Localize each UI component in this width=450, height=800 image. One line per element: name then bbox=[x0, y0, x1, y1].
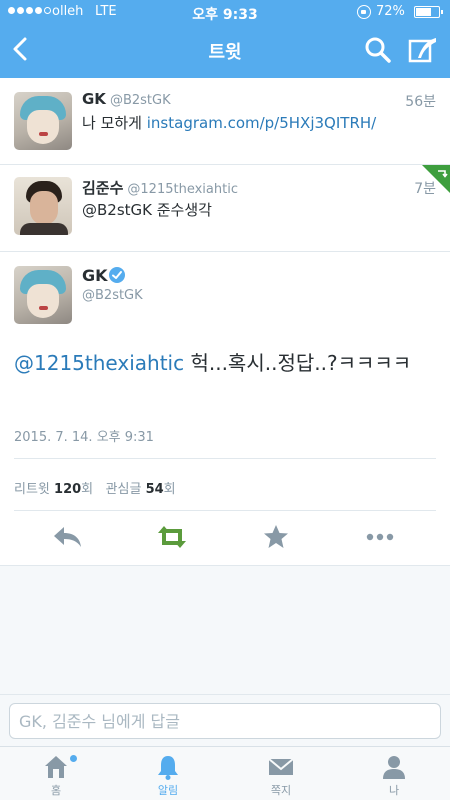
author-name: 김준수 bbox=[82, 179, 124, 197]
avatar[interactable] bbox=[14, 266, 72, 324]
status-bar: olleh LTE 오후 9:33 72% bbox=[0, 0, 450, 24]
tweet-detail: GK @B2stGK @1215thexiahtic 헉...혹시..정답..?… bbox=[0, 252, 450, 566]
tab-bar: 홈 알림 쪽지 나 bbox=[0, 746, 450, 800]
tweet-stats: 리트윗 120회 관심글 54회 bbox=[14, 478, 176, 497]
battery-icon bbox=[414, 6, 443, 18]
divider bbox=[14, 458, 436, 459]
tab-label: 나 bbox=[388, 784, 400, 797]
favorite-star-icon[interactable] bbox=[258, 522, 294, 552]
author-handle: @B2stGK bbox=[82, 288, 143, 303]
tweet-time: 56분 bbox=[405, 94, 436, 110]
bell-icon bbox=[158, 756, 178, 780]
author-handle: @1215thexiahtic bbox=[127, 182, 238, 197]
author-name[interactable]: GK bbox=[82, 266, 108, 285]
tweet-time: 7분 bbox=[414, 181, 436, 197]
reply-icon[interactable] bbox=[50, 522, 86, 552]
navigation-bar: 트윗 bbox=[0, 24, 450, 78]
search-icon[interactable] bbox=[364, 36, 392, 64]
avatar[interactable] bbox=[14, 177, 72, 235]
battery-percent: 72% bbox=[376, 4, 405, 19]
tweet-link[interactable]: instagram.com/p/5HXj3QITRH/ bbox=[147, 114, 376, 132]
tweet-author: 김준수 @1215thexiahtic bbox=[82, 177, 238, 198]
retweet-icon[interactable] bbox=[154, 522, 190, 552]
reply-input[interactable] bbox=[9, 703, 441, 739]
tab-label: 쪽지 bbox=[270, 784, 292, 797]
tab-messages[interactable]: 쪽지 bbox=[225, 747, 337, 800]
compose-quill-icon[interactable] bbox=[408, 36, 438, 64]
tweet-row[interactable]: 김준수 @1215thexiahtic 7분 @B2stGK 준수생각 bbox=[0, 165, 450, 252]
tweet-text-prefix: 나 모하게 bbox=[82, 114, 147, 132]
tweet-timestamp: 2015. 7. 14. 오후 9:31 bbox=[14, 430, 154, 445]
tweet-text: @B2stGK 준수생각 bbox=[82, 201, 212, 219]
home-icon bbox=[45, 756, 67, 778]
tab-home[interactable]: 홈 bbox=[0, 747, 112, 800]
rotation-lock-icon bbox=[357, 5, 371, 19]
tweet-row[interactable]: GK @B2stGK 56분 나 모하게 instagram.com/p/5HXj… bbox=[0, 78, 450, 165]
favorite-stat[interactable]: 관심글 54회 bbox=[106, 482, 176, 497]
new-content-dot bbox=[70, 755, 77, 762]
tab-me[interactable]: 나 bbox=[338, 747, 450, 800]
retweet-small-icon bbox=[438, 170, 448, 178]
tab-label: 알림 bbox=[157, 784, 179, 797]
retweet-stat[interactable]: 리트윗 120회 bbox=[14, 482, 93, 497]
author-name: GK bbox=[82, 90, 106, 108]
tab-notifications[interactable]: 알림 bbox=[112, 747, 224, 800]
mention-link[interactable]: @1215thexiahtic bbox=[14, 351, 184, 375]
envelope-icon bbox=[268, 758, 294, 775]
avatar[interactable] bbox=[14, 92, 72, 150]
reply-bar bbox=[0, 694, 450, 746]
author-handle: @B2stGK bbox=[109, 93, 171, 108]
person-icon bbox=[383, 756, 405, 779]
tab-label: 홈 bbox=[50, 784, 62, 797]
tweet-author: GK @B2stGK bbox=[82, 90, 171, 108]
verified-badge-icon bbox=[109, 267, 125, 283]
divider bbox=[14, 510, 436, 511]
top-bar: olleh LTE 오후 9:33 72% 트윗 bbox=[0, 0, 450, 78]
more-options-icon[interactable] bbox=[362, 522, 398, 552]
tweet-text: @1215thexiahtic 헉...혹시..정답..?ㅋㅋㅋㅋ bbox=[14, 348, 434, 378]
tweet-body: 헉...혹시..정답..?ㅋㅋㅋㅋ bbox=[184, 351, 412, 375]
tweet-text: 나 모하게 instagram.com/p/5HXj3QITRH/ bbox=[82, 112, 376, 133]
